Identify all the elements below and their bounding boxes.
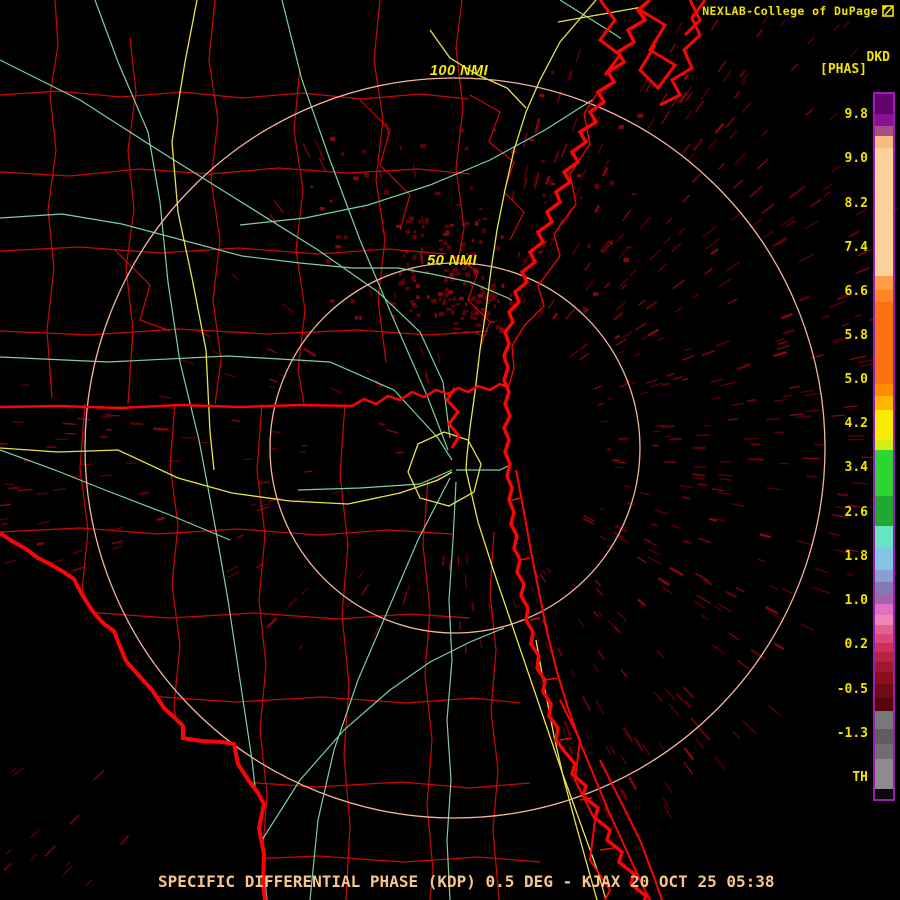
colorbar-segment — [875, 594, 893, 604]
range-ring-layer — [84, 77, 826, 819]
colorbar-tick-label: 1.8 — [844, 549, 868, 564]
colorbar-segment — [875, 744, 893, 759]
colorbar-tick-label: 5.0 — [844, 372, 868, 387]
colorbar-segment — [875, 789, 893, 799]
range-ring-label: 100 NMI — [429, 63, 489, 79]
colorbar-tick-label: 2.6 — [844, 505, 868, 520]
colorbar-segment — [875, 450, 893, 496]
colorbar — [873, 92, 895, 801]
colorbar-tick-label: 6.6 — [844, 284, 868, 299]
colorbar-segment — [875, 643, 893, 652]
colorbar-segment — [875, 496, 893, 526]
colorbar-tick-label: 1.0 — [844, 593, 868, 608]
colorbar-segment — [875, 384, 893, 396]
colorbar-segment — [875, 698, 893, 711]
radar-display: NEXLAB-College of DuPage DKD [PHAS] 9.8 9… — [0, 0, 900, 900]
colorbar-segment — [875, 276, 893, 290]
colorbar-segment — [875, 526, 893, 548]
colorbar-segment — [875, 94, 893, 114]
site-title: NEXLAB-College of DuPage — [702, 4, 878, 18]
colorbar-segment — [875, 126, 893, 136]
colorbar-segment — [875, 759, 893, 789]
colorbar-segment — [875, 582, 893, 594]
colorbar-segment — [875, 672, 893, 684]
colorbar-tick-label: 3.4 — [844, 460, 868, 475]
range-ring — [269, 262, 641, 634]
colorbar-tick-label: 9.8 — [844, 107, 868, 122]
colorbar-tick-label: 5.8 — [844, 328, 868, 343]
colorbar-segment — [875, 652, 893, 662]
product-code-label: DKD — [866, 50, 890, 65]
nexlab-logo-icon — [882, 5, 894, 17]
product-unit-label: [PHAS] — [820, 62, 867, 77]
highway-layer — [0, 0, 650, 900]
colorbar-segment — [875, 148, 893, 276]
colorbar-segment — [875, 729, 893, 744]
colorbar-segment — [875, 302, 893, 384]
colorbar-tick-label: TH — [852, 770, 868, 785]
colorbar-segment — [875, 396, 893, 410]
colorbar-tick-label: -1.3 — [836, 726, 868, 741]
colorbar-segment — [875, 570, 893, 582]
status-bar: SPECIFIC DIFFERENTIAL PHASE (KDP) 0.5 DE… — [158, 872, 775, 891]
colorbar-tick-label: -0.5 — [836, 682, 868, 697]
radar-map-canvas — [0, 0, 899, 900]
colorbar-segment — [875, 662, 893, 672]
colorbar-segment — [875, 114, 893, 126]
colorbar-segment — [875, 604, 893, 615]
colorbar-segment — [875, 711, 893, 729]
colorbar-tick-label: 8.2 — [844, 196, 868, 211]
range-ring-label: 50 NMI — [427, 253, 477, 269]
colorbar-segment — [875, 634, 893, 643]
colorbar-segment — [875, 136, 893, 148]
colorbar-segment — [875, 615, 893, 625]
colorbar-tick-label: 4.2 — [844, 416, 868, 431]
colorbar-tick-label: 7.4 — [844, 240, 868, 255]
colorbar-segment — [875, 410, 893, 440]
colorbar-segment — [875, 625, 893, 634]
colorbar-segment — [875, 548, 893, 570]
colorbar-segment — [875, 290, 893, 302]
colorbar-tick-label: 0.2 — [844, 637, 868, 652]
colorbar-segment — [875, 440, 893, 450]
colorbar-segment — [875, 684, 893, 698]
range-ring — [84, 77, 826, 819]
colorbar-tick-label: 9.0 — [844, 151, 868, 166]
